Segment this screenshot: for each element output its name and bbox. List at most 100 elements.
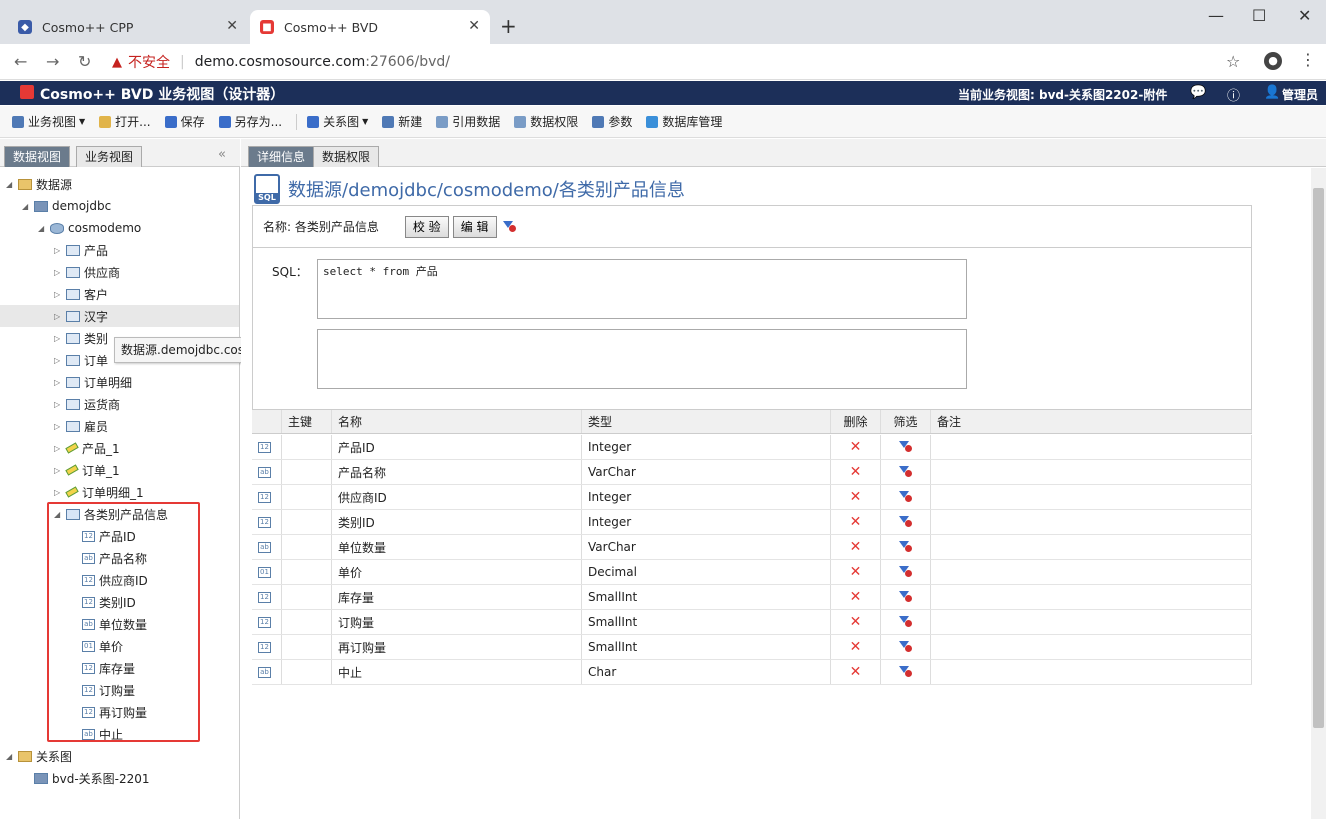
save-button[interactable]: 保存 (164, 113, 205, 130)
tree-node-table[interactable]: ▷ 产品 (54, 239, 108, 261)
tab-business-view[interactable]: 业务视图 (76, 146, 143, 167)
filter-icon[interactable] (898, 641, 913, 653)
collapse-arrow-icon[interactable]: ▷ (54, 334, 64, 343)
browser-tab-bvd[interactable]: ■ Cosmo++ BVD ✕ (250, 10, 490, 44)
data-permission-button[interactable]: 数据权限 (514, 113, 578, 130)
expand-arrow-icon[interactable]: ◢ (6, 752, 16, 761)
filter-icon[interactable] (898, 566, 913, 578)
collapse-arrow-icon[interactable]: ▷ (54, 290, 64, 299)
params-button[interactable]: 参数 (592, 113, 632, 130)
tree-node-table[interactable]: ▷ 订单明细 (54, 371, 132, 393)
collapse-arrow-icon[interactable]: ▷ (54, 356, 64, 365)
browser-tab-cpp[interactable]: ◆ Cosmo++ CPP ✕ (8, 10, 248, 44)
delete-icon[interactable]: ✕ (850, 439, 862, 455)
filter-icon[interactable] (898, 541, 913, 553)
tree-node-table[interactable]: ▷ 类别 (54, 327, 108, 349)
close-icon[interactable]: ✕ (226, 18, 238, 34)
collapse-arrow-icon[interactable]: ▷ (54, 400, 64, 409)
delete-icon[interactable]: ✕ (850, 539, 862, 555)
new-button[interactable]: 新建 (382, 113, 422, 130)
relation-menu[interactable]: 关系图 ▼ (307, 113, 368, 130)
expand-arrow-icon[interactable]: ◢ (6, 180, 16, 189)
tree-node-database[interactable]: ◢ cosmodemo (38, 217, 141, 239)
account-icon[interactable]: ● (1264, 52, 1282, 70)
ref-data-button[interactable]: 引用数据 (436, 113, 500, 130)
tab-data-permission[interactable]: 数据权限 (313, 146, 380, 167)
open-button[interactable]: 打开... (99, 113, 151, 130)
delete-icon[interactable]: ✕ (850, 589, 862, 605)
filter-icon[interactable] (502, 220, 517, 233)
scrollbar[interactable] (1311, 168, 1326, 819)
tree-node-datasource[interactable]: ◢ 数据源 (6, 173, 72, 195)
expand-arrow-icon[interactable]: ◢ (22, 202, 32, 211)
save-as-button[interactable]: 另存为... (218, 113, 282, 130)
edit-button[interactable]: 编 辑 (452, 215, 497, 238)
validate-button[interactable]: 校 验 (404, 215, 449, 238)
table-row: 01 单价 Decimal ✕ (252, 560, 1252, 585)
name-cell: 单价 (332, 560, 582, 584)
tree-node-table[interactable]: ▷ 运货商 (54, 393, 120, 415)
delete-icon[interactable]: ✕ (850, 664, 862, 680)
table-icon (66, 398, 80, 410)
toolbar-label: 数据权限 (530, 115, 579, 129)
delete-icon[interactable]: ✕ (850, 464, 862, 480)
collapse-arrow-icon[interactable]: ▷ (54, 268, 64, 277)
sql-textarea[interactable]: select * from 产品 (317, 259, 967, 319)
tree-node-relations[interactable]: ◢ 关系图 (6, 745, 72, 767)
filter-icon[interactable] (898, 516, 913, 528)
collapse-arrow-icon[interactable]: ▷ (54, 422, 64, 431)
delete-icon[interactable]: ✕ (850, 514, 862, 530)
tree-node-table[interactable]: ▷ 雇员 (54, 415, 108, 437)
filter-icon[interactable] (898, 491, 913, 503)
business-view-menu[interactable]: 业务视图 ▼ (12, 113, 85, 130)
tree-node-derived[interactable]: ▷ 产品_1 (54, 437, 120, 459)
delete-icon[interactable]: ✕ (850, 564, 862, 580)
forward-button[interactable]: → (46, 52, 59, 71)
bookmark-star-icon[interactable]: ☆ (1226, 52, 1240, 71)
expand-arrow-icon[interactable]: ◢ (38, 224, 48, 233)
url-field[interactable]: ▲ 不安全 | demo.cosmosource.com :27606/bvd/ (112, 49, 1252, 75)
remark-textarea[interactable] (317, 329, 967, 389)
menu-icon[interactable]: ⋮ (1300, 50, 1316, 69)
delete-icon[interactable]: ✕ (850, 489, 862, 505)
filter-icon[interactable] (898, 441, 913, 453)
collapse-arrow-icon[interactable]: ▷ (54, 246, 64, 255)
tree-node-table[interactable]: ▷ 客户 (54, 283, 108, 305)
collapse-arrow-icon[interactable]: ▷ (54, 312, 64, 321)
filter-cell (881, 660, 931, 684)
info-icon[interactable]: ⓘ (1227, 85, 1240, 104)
tree-node-server[interactable]: ◢ demojdbc (22, 195, 111, 217)
db-manage-button[interactable]: 数据库管理 (646, 113, 722, 130)
tree-node-label: demojdbc (52, 199, 112, 213)
tree-node-table[interactable]: ▷ 汉字 (0, 305, 239, 327)
maximize-button[interactable]: ☐ (1252, 6, 1266, 25)
delete-icon[interactable]: ✕ (850, 639, 862, 655)
tree-node-table[interactable]: ▷ 供应商 (54, 261, 120, 283)
tree-node-table[interactable]: ▷ 订单 (54, 349, 108, 371)
filter-icon[interactable] (898, 466, 913, 478)
reload-button[interactable]: ↻ (78, 52, 91, 71)
filter-icon[interactable] (898, 591, 913, 603)
tree-node-derived[interactable]: ▷ 订单明细_1 (54, 481, 144, 503)
collapse-arrow-icon[interactable]: ▷ (54, 488, 64, 497)
new-tab-button[interactable]: + (500, 14, 517, 38)
collapse-arrow-icon[interactable]: ▷ (54, 378, 64, 387)
close-icon[interactable]: ✕ (468, 18, 480, 34)
collapse-arrow-icon[interactable]: ▷ (54, 466, 64, 475)
admin-label[interactable]: 管理员 (1282, 86, 1318, 103)
tree-node-label: 订单明细_1 (82, 485, 144, 500)
scrollbar-thumb[interactable] (1313, 188, 1324, 728)
delete-icon[interactable]: ✕ (850, 614, 862, 630)
back-button[interactable]: ← (14, 52, 27, 71)
filter-icon[interactable] (898, 666, 913, 678)
tree-node-derived[interactable]: ▷ 订单_1 (54, 459, 120, 481)
collapse-icon[interactable]: « (218, 147, 226, 162)
collapse-arrow-icon[interactable]: ▷ (54, 444, 64, 453)
tab-detail[interactable]: 详细信息 (248, 146, 315, 167)
chat-icon[interactable]: 💬 (1190, 85, 1206, 100)
tab-data-view[interactable]: 数据视图 (4, 146, 71, 167)
tree-node-relation-item[interactable]: bvd-关系图-2201 (22, 767, 150, 789)
window-close-button[interactable]: ✕ (1298, 6, 1311, 25)
filter-icon[interactable] (898, 616, 913, 628)
minimize-button[interactable]: — (1208, 6, 1224, 25)
